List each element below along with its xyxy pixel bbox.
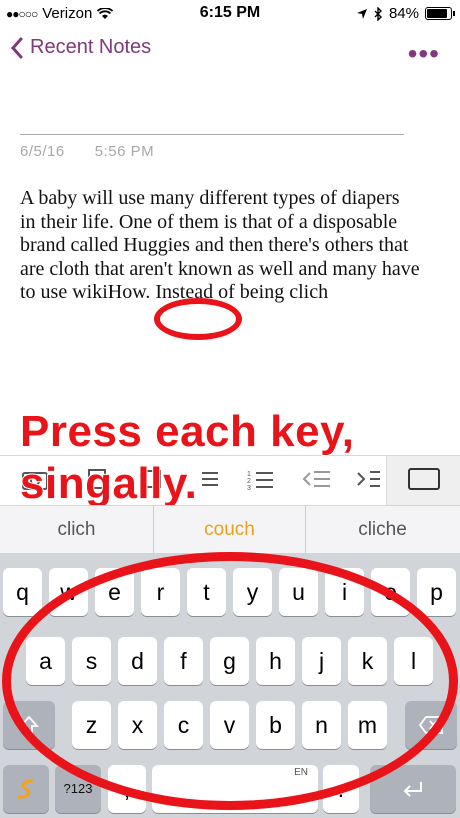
- return-arrow-icon: [403, 782, 422, 797]
- note-date: 6/5/16: [20, 143, 65, 160]
- key-r[interactable]: r: [141, 568, 180, 616]
- location-arrow-icon: [356, 8, 367, 19]
- space-key[interactable]: EN: [152, 765, 318, 813]
- suggestion-2[interactable]: couch: [153, 506, 306, 554]
- more-options-button[interactable]: •••: [408, 40, 440, 68]
- comma-key[interactable]: ,: [108, 765, 146, 813]
- status-bar: ●●○○○ Verizon 6:15 PM 84%: [0, 0, 460, 28]
- swype-logo-icon: [17, 779, 34, 799]
- note-body-text[interactable]: A baby will use many different types of …: [20, 187, 420, 305]
- annotation-line-1: Press each key,: [19, 406, 355, 457]
- annotation-line-2: singally.: [19, 458, 198, 509]
- key-m[interactable]: m: [348, 701, 387, 749]
- backspace-key[interactable]: [405, 701, 457, 749]
- key-t[interactable]: t: [187, 568, 226, 616]
- suggestion-1[interactable]: clich: [0, 506, 153, 554]
- back-button[interactable]: Recent Notes: [10, 36, 151, 59]
- key-l[interactable]: l: [394, 637, 433, 685]
- numbers-key[interactable]: ?123: [55, 765, 101, 813]
- key-i[interactable]: i: [325, 568, 364, 616]
- key-k[interactable]: k: [348, 637, 387, 685]
- back-label: Recent Notes: [30, 36, 152, 58]
- swype-key[interactable]: [3, 765, 49, 813]
- language-label: EN: [294, 767, 308, 778]
- note-timestamp: 6/5/16 5:56 PM: [20, 143, 154, 160]
- key-c[interactable]: c: [164, 701, 203, 749]
- key-x[interactable]: x: [118, 701, 157, 749]
- title-divider: [20, 134, 404, 135]
- shift-arrow-icon: [18, 715, 40, 734]
- backspace-icon: [418, 716, 443, 734]
- key-h[interactable]: h: [256, 637, 295, 685]
- chevron-left-icon: [10, 37, 23, 58]
- key-z[interactable]: z: [72, 701, 111, 749]
- note-time: 5:56 PM: [94, 143, 155, 160]
- key-w[interactable]: w: [49, 568, 88, 616]
- key-v[interactable]: v: [210, 701, 249, 749]
- key-o[interactable]: o: [371, 568, 410, 616]
- key-p[interactable]: p: [417, 568, 456, 616]
- keyboard: q w e r t y u i o p a s d f g h j k l z …: [0, 553, 460, 818]
- key-a[interactable]: a: [26, 637, 65, 685]
- battery-percent: 84%: [388, 5, 419, 22]
- key-e[interactable]: e: [95, 568, 134, 616]
- shift-key[interactable]: [3, 701, 55, 749]
- key-n[interactable]: n: [302, 701, 341, 749]
- key-q[interactable]: q: [3, 568, 42, 616]
- key-f[interactable]: f: [164, 637, 203, 685]
- key-g[interactable]: g: [210, 637, 249, 685]
- key-u[interactable]: u: [279, 568, 318, 616]
- key-j[interactable]: j: [302, 637, 341, 685]
- suggestion-bar: clich couch cliche: [0, 505, 460, 554]
- period-key[interactable]: .: [323, 765, 359, 813]
- return-key[interactable]: [370, 765, 456, 813]
- highlight-circle: [154, 298, 242, 340]
- nav-bar: Recent Notes •••: [0, 30, 460, 74]
- key-b[interactable]: b: [256, 701, 295, 749]
- key-y[interactable]: y: [233, 568, 272, 616]
- key-s[interactable]: s: [72, 637, 111, 685]
- instruction-annotation: Press each key, singally.: [19, 406, 460, 510]
- battery-icon: [425, 7, 455, 20]
- bluetooth-icon: [374, 6, 382, 21]
- key-d[interactable]: d: [118, 637, 157, 685]
- suggestion-3[interactable]: cliche: [306, 506, 459, 554]
